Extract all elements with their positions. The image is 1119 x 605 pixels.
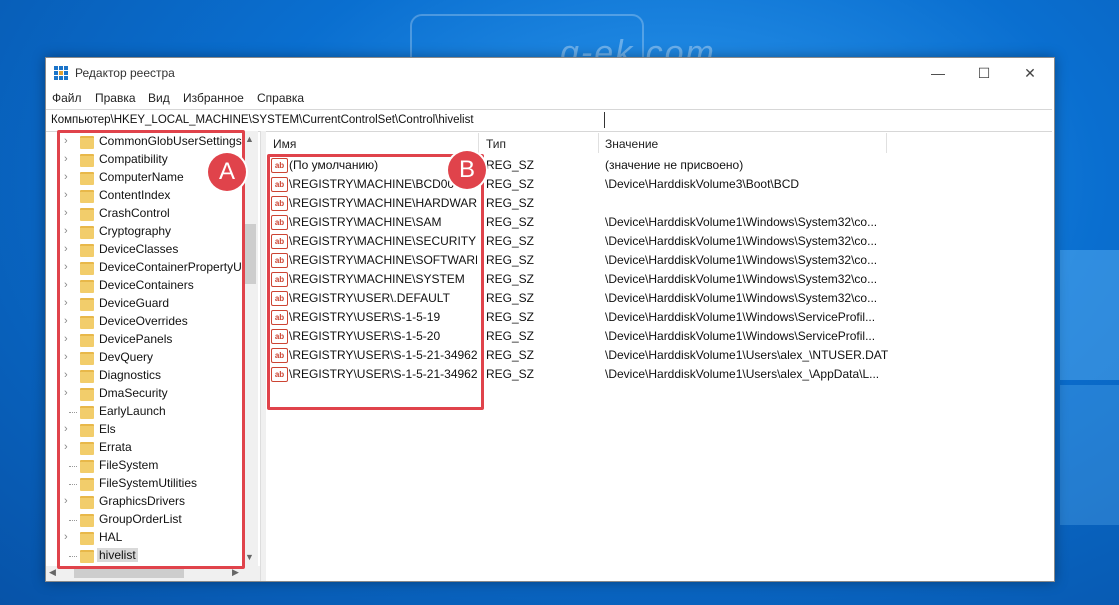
value-type: REG_SZ [486,215,535,229]
value-type: REG_SZ [486,253,535,267]
value-data: \Device\HarddiskVolume1\Windows\ServiceP… [605,329,876,343]
column-value-header[interactable]: Значение [605,137,658,151]
value-data: \Device\HarddiskVolume1\Windows\System32… [605,291,878,305]
menu-favorites[interactable]: Избранное [183,91,244,105]
value-type: REG_SZ [486,329,535,343]
column-name-header[interactable]: Имя [273,137,296,151]
windows-logo-pane [1060,385,1119,525]
value-data: (значение не присвоено) [605,158,744,172]
column-type-header[interactable]: Тип [486,137,506,151]
value-data: \Device\HarddiskVolume1\Users\alex_\AppD… [605,367,880,381]
list-header: Имя Тип Значение [265,131,1053,155]
scroll-down-icon[interactable]: ▼ [245,552,254,562]
tree-scroll-thumb[interactable] [245,224,256,284]
menu-view[interactable]: Вид [148,91,170,105]
address-bar[interactable]: Компьютер\HKEY_LOCAL_MACHINE\SYSTEM\Curr… [46,109,1052,132]
value-data: \Device\HarddiskVolume3\Boot\BCD [605,177,800,191]
tree-vertical-scrollbar[interactable] [243,131,258,567]
window-title: Редактор реестра [75,66,175,80]
value-type: REG_SZ [486,291,535,305]
value-data: \Device\HarddiskVolume1\Windows\System32… [605,215,878,229]
scroll-up-icon[interactable]: ▲ [245,134,254,144]
value-data: \Device\HarddiskVolume1\Windows\System32… [605,253,878,267]
value-type: REG_SZ [486,272,535,286]
text-cursor [604,112,605,128]
value-type: REG_SZ [486,196,535,210]
value-data: \Device\HarddiskVolume1\Windows\ServiceP… [605,310,876,324]
menu-edit[interactable]: Правка [95,91,136,105]
title-bar[interactable]: Редактор реестра — ☐ ✕ [46,58,1054,88]
annotation-badge-b: B [448,151,486,189]
value-type: REG_SZ [486,367,535,381]
regedit-app-icon [54,66,69,81]
minimize-button[interactable]: — [915,58,961,88]
windows-logo-pane [1060,250,1119,380]
annotation-box-b [267,154,484,410]
value-type: REG_SZ [486,310,535,324]
address-path[interactable]: Компьютер\HKEY_LOCAL_MACHINE\SYSTEM\Curr… [51,114,474,126]
value-data: \Device\HarddiskVolume1\Windows\System32… [605,272,878,286]
annotation-badge-a: A [208,153,246,191]
value-data: \Device\HarddiskVolume1\Users\alex_\NTUS… [605,348,889,362]
value-type: REG_SZ [486,348,535,362]
value-type: REG_SZ [486,234,535,248]
tree-hscroll-thumb[interactable] [74,569,184,578]
maximize-button[interactable]: ☐ [961,58,1007,88]
value-type: REG_SZ [486,177,535,191]
menu-help[interactable]: Справка [257,91,304,105]
value-data: \Device\HarddiskVolume1\Windows\System32… [605,234,878,248]
scroll-left-icon[interactable]: ◀ [49,567,56,578]
annotation-box-a [57,130,245,569]
menu-file[interactable]: Файл [52,91,82,105]
menu-bar: Файл Правка Вид Избранное Справка [46,88,1054,108]
close-button[interactable]: ✕ [1007,58,1053,88]
value-type: REG_SZ [486,158,535,172]
